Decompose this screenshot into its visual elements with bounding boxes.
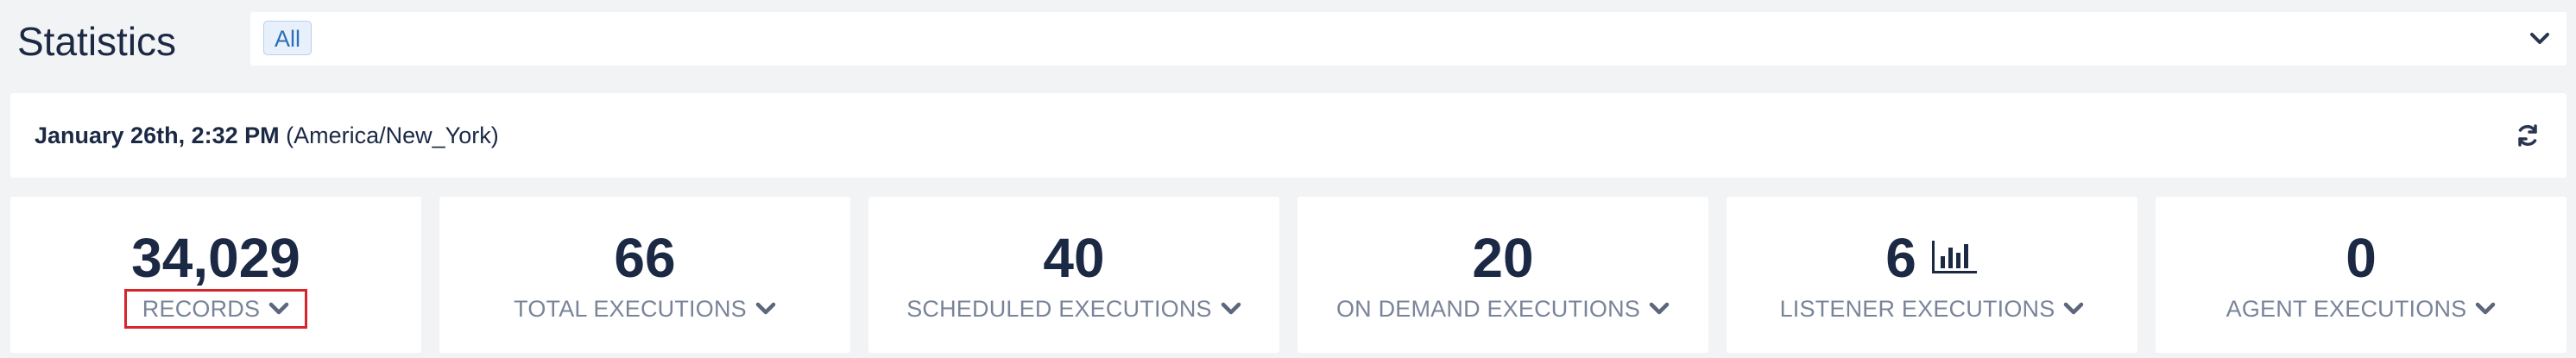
- stat-card-agent-executions: 0 AGENT EXECUTIONS: [2156, 197, 2567, 353]
- date-bar: January 26th, 2:32 PM (America/New_York): [10, 93, 2567, 178]
- stat-value: 20: [1472, 227, 1534, 290]
- stat-value: 0: [2346, 227, 2377, 290]
- stat-label-dropdown[interactable]: ON DEMAND EXECUTIONS: [1297, 293, 1708, 324]
- stat-label-dropdown[interactable]: LISTENER EXECUTIONS: [1727, 293, 2137, 324]
- chevron-down-icon: [268, 302, 289, 315]
- stat-label-dropdown[interactable]: RECORDS: [10, 289, 421, 329]
- stat-value: 40: [1043, 227, 1105, 290]
- records-dropdown-toggle[interactable]: RECORDS: [123, 289, 308, 329]
- stat-value: 66: [614, 227, 676, 290]
- stat-card-listener-executions: 6 LISTENER EXECUTIONS: [1727, 197, 2137, 353]
- stat-card-records: 34,029 RECORDS: [10, 197, 421, 353]
- stat-value: 6: [1727, 223, 2137, 289]
- chevron-down-icon[interactable]: [2529, 29, 2551, 48]
- on-demand-executions-dropdown-toggle[interactable]: ON DEMAND EXECUTIONS: [1333, 293, 1673, 324]
- filter-chip-all[interactable]: All: [263, 21, 313, 55]
- stat-label-dropdown[interactable]: AGENT EXECUTIONS: [2156, 293, 2567, 324]
- date-display: January 26th, 2:32 PM (America/New_York): [35, 120, 499, 151]
- stat-card-scheduled-executions: 40 SCHEDULED EXECUTIONS: [868, 197, 1279, 353]
- chevron-down-icon: [1221, 302, 1241, 315]
- refresh-icon[interactable]: [2515, 122, 2541, 148]
- stat-card-on-demand-executions: 20 ON DEMAND EXECUTIONS: [1297, 197, 1708, 353]
- stat-value: 34,029: [131, 227, 300, 290]
- stat-label-dropdown[interactable]: SCHEDULED EXECUTIONS: [868, 293, 1279, 324]
- stat-label-dropdown[interactable]: TOTAL EXECUTIONS: [439, 293, 850, 324]
- listener-executions-dropdown-toggle[interactable]: LISTENER EXECUTIONS: [1777, 293, 2088, 324]
- chevron-down-icon: [2476, 302, 2496, 315]
- chevron-down-icon: [1649, 302, 1670, 315]
- page-title: Statistics: [17, 19, 177, 64]
- chevron-down-icon: [755, 302, 776, 315]
- agent-executions-dropdown-toggle[interactable]: AGENT EXECUTIONS: [2223, 293, 2500, 324]
- stat-card-total-executions: 66 TOTAL EXECUTIONS: [439, 197, 850, 353]
- filter-select[interactable]: All: [250, 12, 2567, 66]
- bar-chart-icon[interactable]: [1930, 237, 1979, 275]
- timezone: (America/New_York): [286, 122, 499, 148]
- chevron-down-icon: [2064, 302, 2084, 315]
- date-time: January 26th, 2:32 PM: [35, 122, 280, 148]
- scheduled-executions-dropdown-toggle[interactable]: SCHEDULED EXECUTIONS: [903, 293, 1245, 324]
- total-executions-dropdown-toggle[interactable]: TOTAL EXECUTIONS: [510, 293, 780, 324]
